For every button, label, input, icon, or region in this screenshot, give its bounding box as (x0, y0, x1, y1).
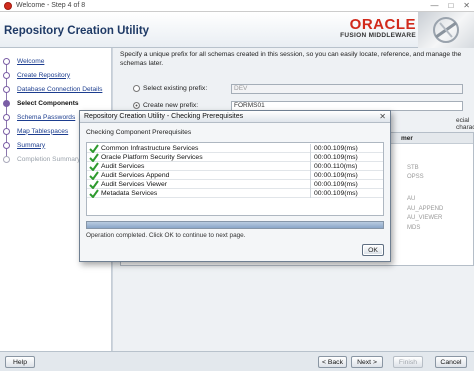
oracle-logo: ORACLE FUSION MIDDLEWARE (340, 17, 416, 39)
list-item: Metadata Services 00:00.109(ms) (87, 189, 383, 198)
page-title: Repository Creation Utility (4, 25, 150, 37)
step-label[interactable]: Database Connection Details (17, 86, 102, 93)
window-titlebar: Welcome - Step 4 of 8 — □ ✕ (0, 0, 474, 12)
schema-owner-header: mer (401, 135, 413, 142)
step-pending-icon (3, 141, 10, 149)
check-icon (89, 144, 99, 153)
help-button[interactable]: Help (5, 356, 35, 368)
component-time: 00:00.109(ms) (314, 180, 358, 188)
step-label[interactable]: Map Tablespaces (17, 128, 68, 135)
table-cell: STB (407, 165, 419, 171)
prerequisite-list: Common Infrastructure Services 00:00.109… (86, 142, 384, 216)
table-cell: AU_APPEND (407, 206, 444, 212)
table-cell: AU (407, 196, 416, 202)
prefix-hint: ecial characters. (456, 117, 474, 131)
progress-bar (86, 221, 384, 229)
column-divider (310, 162, 311, 171)
minimize-icon[interactable]: — (430, 1, 438, 10)
maximize-icon[interactable]: □ (448, 1, 453, 10)
window-title: Welcome - Step 4 of 8 (16, 2, 86, 9)
create-new-prefix-option[interactable]: Create new prefix: (133, 102, 198, 109)
prerequisites-dialog: Repository Creation Utility - Checking P… (79, 110, 391, 262)
oracle-wordmark: ORACLE (349, 16, 416, 33)
radio-button[interactable] (133, 85, 140, 92)
component-time: 00:00.109(ms) (314, 189, 358, 197)
table-cell: MDS (407, 225, 421, 231)
step-label[interactable]: Welcome (17, 58, 44, 65)
fusion-middleware-wordmark: FUSION MIDDLEWARE (340, 32, 416, 39)
back-button[interactable]: < Back (318, 356, 347, 368)
step-label[interactable]: Create Repository (17, 72, 70, 79)
check-icon (89, 153, 99, 162)
step-welcome[interactable]: Welcome (0, 55, 112, 67)
list-item: Oracle Platform Security Services 00:00.… (87, 153, 383, 162)
header-decoration (418, 12, 474, 48)
component-name: Audit Services Viewer (101, 180, 167, 188)
list-item: Audit Services Viewer 00:00.109(ms) (87, 180, 383, 189)
component-time: 00:00.110(ms) (314, 162, 358, 170)
create-new-label: Create new prefix: (143, 102, 199, 109)
check-icon (89, 180, 99, 189)
step-done-icon (3, 71, 10, 79)
list-item: Audit Services Append 00:00.109(ms) (87, 171, 383, 180)
step-pending-icon (3, 113, 10, 121)
fusion-graphic-icon (433, 17, 459, 43)
column-divider (310, 144, 311, 153)
cancel-button[interactable]: Cancel (435, 356, 467, 368)
progress-fill (87, 222, 383, 228)
dialog-status: Operation completed. Click OK to continu… (86, 232, 246, 239)
column-divider (310, 153, 311, 162)
component-time: 00:00.109(ms) (314, 153, 358, 161)
step-future-icon (3, 155, 10, 163)
step-done-icon (3, 57, 10, 65)
dialog-heading: Checking Component Prerequisites (86, 129, 192, 136)
select-existing-label: Select existing prefix: (143, 85, 208, 92)
existing-prefix-select: DEV (231, 84, 463, 94)
list-item: Audit Services 00:00.110(ms) (87, 162, 383, 171)
step-label: Select Components (17, 99, 79, 107)
table-cell: AU_VIEWER (407, 215, 443, 221)
check-icon (89, 189, 99, 198)
table-cell: OPSS (407, 174, 424, 180)
list-item: Common Infrastructure Services 00:00.109… (87, 144, 383, 153)
step-create-repository[interactable]: Create Repository (0, 69, 112, 81)
oracle-app-icon (4, 1, 12, 10)
component-name: Audit Services Append (101, 171, 170, 179)
check-icon (89, 162, 99, 171)
window-controls: — □ ✕ (430, 1, 470, 10)
component-name: Oracle Platform Security Services (101, 153, 203, 161)
component-name: Common Infrastructure Services (101, 144, 199, 152)
step-label[interactable]: Schema Passwords (17, 114, 75, 121)
step-select-components: Select Components (0, 97, 112, 109)
finish-button: Finish (393, 356, 423, 368)
component-name: Metadata Services (101, 189, 158, 197)
step-done-icon (3, 85, 10, 93)
component-time: 00:00.109(ms) (314, 171, 358, 179)
ok-button[interactable]: OK (362, 244, 384, 256)
app-header: Repository Creation Utility ORACLE FUSIO… (0, 12, 474, 48)
column-divider (310, 171, 311, 180)
radio-button-selected[interactable] (133, 102, 140, 109)
dialog-close-icon[interactable]: ✕ (379, 112, 386, 121)
wizard-footer: Help < Back Next > Finish Cancel (0, 351, 474, 371)
step-current-icon (3, 99, 10, 107)
step-database-connection[interactable]: Database Connection Details (0, 83, 112, 95)
dialog-title: Repository Creation Utility - Checking P… (80, 111, 390, 123)
component-name: Audit Services (101, 162, 145, 170)
prefix-description: Specify a unique prefix for all schemas … (120, 51, 462, 67)
close-icon[interactable]: ✕ (463, 1, 470, 10)
next-button[interactable]: Next > (351, 356, 383, 368)
component-time: 00:00.109(ms) (314, 144, 358, 152)
step-label: Completion Summary (17, 155, 81, 163)
column-divider (310, 180, 311, 189)
column-divider (310, 189, 311, 198)
check-icon (89, 171, 99, 180)
step-pending-icon (3, 127, 10, 135)
step-label[interactable]: Summary (17, 142, 45, 149)
select-existing-prefix-option[interactable]: Select existing prefix: (133, 85, 207, 92)
